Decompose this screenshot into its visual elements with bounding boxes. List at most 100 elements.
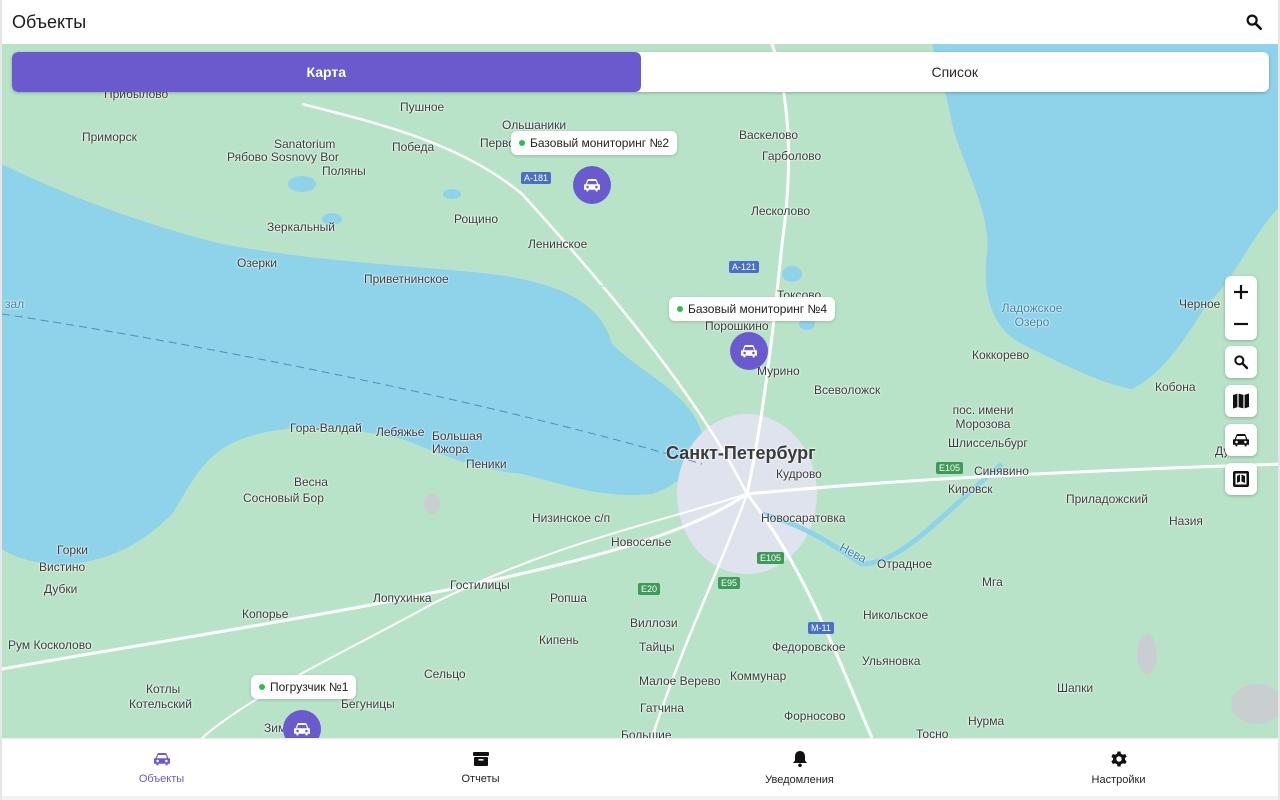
nav-settings[interactable]: Настройки <box>959 739 1278 796</box>
place-label: Лопухинка <box>373 591 432 605</box>
place-label: Sanatorium <box>274 137 336 151</box>
place-label: Рум Косколово <box>8 638 92 652</box>
place-label: Форносово <box>784 709 846 723</box>
place-label: Тайцы <box>639 640 675 654</box>
app-root: Объекты Прибылово Приморск Sanatorium Ря… <box>0 0 1280 800</box>
map-search-icon <box>1234 355 1249 370</box>
place-label: пос. имени Морозова <box>952 403 1014 431</box>
place-label: Вистино <box>39 560 86 574</box>
car-icon <box>153 752 170 765</box>
bottom-navigation: Объекты Отчеты Уведомления Настройки <box>2 738 1278 796</box>
place-label: Кобона <box>1155 380 1196 394</box>
nav-label: Настройки <box>1091 773 1146 786</box>
place-label: Гора-Валдай <box>290 421 362 435</box>
map-legend-icon <box>1233 471 1249 487</box>
zoom-in-button[interactable] <box>1225 276 1257 308</box>
place-label: Мурино <box>757 364 800 378</box>
map-legend-button[interactable] <box>1225 463 1257 495</box>
view-switcher: Карта Список <box>12 52 1269 92</box>
place-label: Сосновый Бор <box>243 491 324 505</box>
zoom-control <box>1225 276 1257 340</box>
footer-strip <box>2 796 1278 800</box>
place-label: Поляны <box>322 164 366 178</box>
place-label: Шлиссельбург <box>948 436 1028 450</box>
place-label: Малое Верево <box>639 674 721 688</box>
map-search-button[interactable] <box>1225 346 1257 378</box>
object-label[interactable]: Погрузчик №1 <box>251 675 357 699</box>
page-title: Объекты <box>12 11 87 32</box>
road-shield: M-11 <box>808 622 834 634</box>
place-label: Приладожский <box>1066 492 1148 506</box>
place-label: Большая Ижора <box>432 429 483 456</box>
city-label: Санкт-Петербург <box>666 443 816 463</box>
nav-objects[interactable]: Объекты <box>2 739 321 796</box>
place-label: Пушное <box>400 100 445 114</box>
online-status-icon <box>519 140 525 146</box>
place-label: Виллози <box>630 616 678 630</box>
object-marker[interactable] <box>573 166 611 204</box>
place-label: Новоселье <box>611 535 672 549</box>
nav-label: Уведомления <box>765 773 834 786</box>
zoom-out-button[interactable] <box>1225 308 1257 340</box>
place-label: Никольское <box>863 608 929 622</box>
place-label: Ладожское Озеро <box>1001 301 1063 329</box>
place-label: Сельцо <box>424 667 466 681</box>
place-label: Озерки <box>237 256 278 270</box>
online-status-icon <box>259 684 265 690</box>
place-label: Котельский <box>129 697 192 711</box>
place-label: Перво <box>480 136 515 150</box>
place-label: Всеволожск <box>814 383 881 397</box>
zoom-out-icon <box>1234 322 1248 326</box>
map-view[interactable]: Прибылово Приморск Sanatorium Рябово Sos… <box>2 44 1278 738</box>
object-name: Погрузчик №1 <box>270 680 349 694</box>
place-label: Дубки <box>44 582 78 596</box>
place-label: Ленинское <box>528 237 588 251</box>
nav-notifications[interactable]: Уведомления <box>640 739 959 796</box>
place-label: Черное <box>1179 297 1221 311</box>
place-label: Ульяновка <box>862 654 921 668</box>
place-label: Лесколово <box>751 204 811 218</box>
place-label: Горки <box>57 543 88 557</box>
search-icon[interactable] <box>1240 8 1268 36</box>
place-label: Назия <box>1169 514 1203 528</box>
place-label: Лебяжье <box>376 425 425 439</box>
place-label: Васкелово <box>739 128 799 142</box>
place-label: Новосаратовка <box>761 511 846 525</box>
place-label: Кудрово <box>776 467 822 481</box>
road-shield: E95 <box>718 577 741 589</box>
show-objects-button[interactable] <box>1225 424 1257 456</box>
nav-label: Отчеты <box>461 772 500 785</box>
place-label: Кипень <box>539 633 579 647</box>
archive-icon <box>472 751 489 766</box>
place-label: Гатчина <box>640 701 684 715</box>
place-label: Коккорево <box>972 348 1030 362</box>
water-label: зал <box>5 297 25 311</box>
object-label[interactable]: Базовый мониторинг №2 <box>511 131 678 155</box>
place-label: Рощино <box>454 212 499 226</box>
place-label: Отрадное <box>877 557 933 571</box>
place-label: Коммунар <box>730 669 787 683</box>
app-header: Объекты <box>2 0 1278 44</box>
gear-icon <box>1110 751 1127 766</box>
nav-label: Объекты <box>138 772 185 785</box>
place-label: Рябово Sosnovy Bor <box>227 150 339 164</box>
tab-map[interactable]: Карта <box>12 52 641 92</box>
place-label: Шапки <box>1057 681 1094 695</box>
car-icon <box>741 345 757 358</box>
map-layers-button[interactable] <box>1225 385 1257 417</box>
object-name: Базовый мониторинг №4 <box>688 302 828 316</box>
online-status-icon <box>677 306 683 312</box>
place-label: Синявино <box>974 464 1029 478</box>
zoom-in-icon <box>1234 285 1248 299</box>
object-marker[interactable] <box>730 332 768 370</box>
place-label: Приветнинское <box>364 272 449 286</box>
place-label: Копорье <box>242 607 289 621</box>
place-label: Зеркальный <box>267 220 335 234</box>
object-label[interactable]: Базовый мониторинг №4 <box>669 297 836 321</box>
place-label: Низинское с/п <box>532 511 611 525</box>
nav-reports[interactable]: Отчеты <box>321 739 640 796</box>
place-label: Пеники <box>466 457 507 471</box>
tab-list[interactable]: Список <box>641 52 1270 92</box>
bell-icon <box>792 750 807 767</box>
place-label: Победа <box>392 140 435 154</box>
